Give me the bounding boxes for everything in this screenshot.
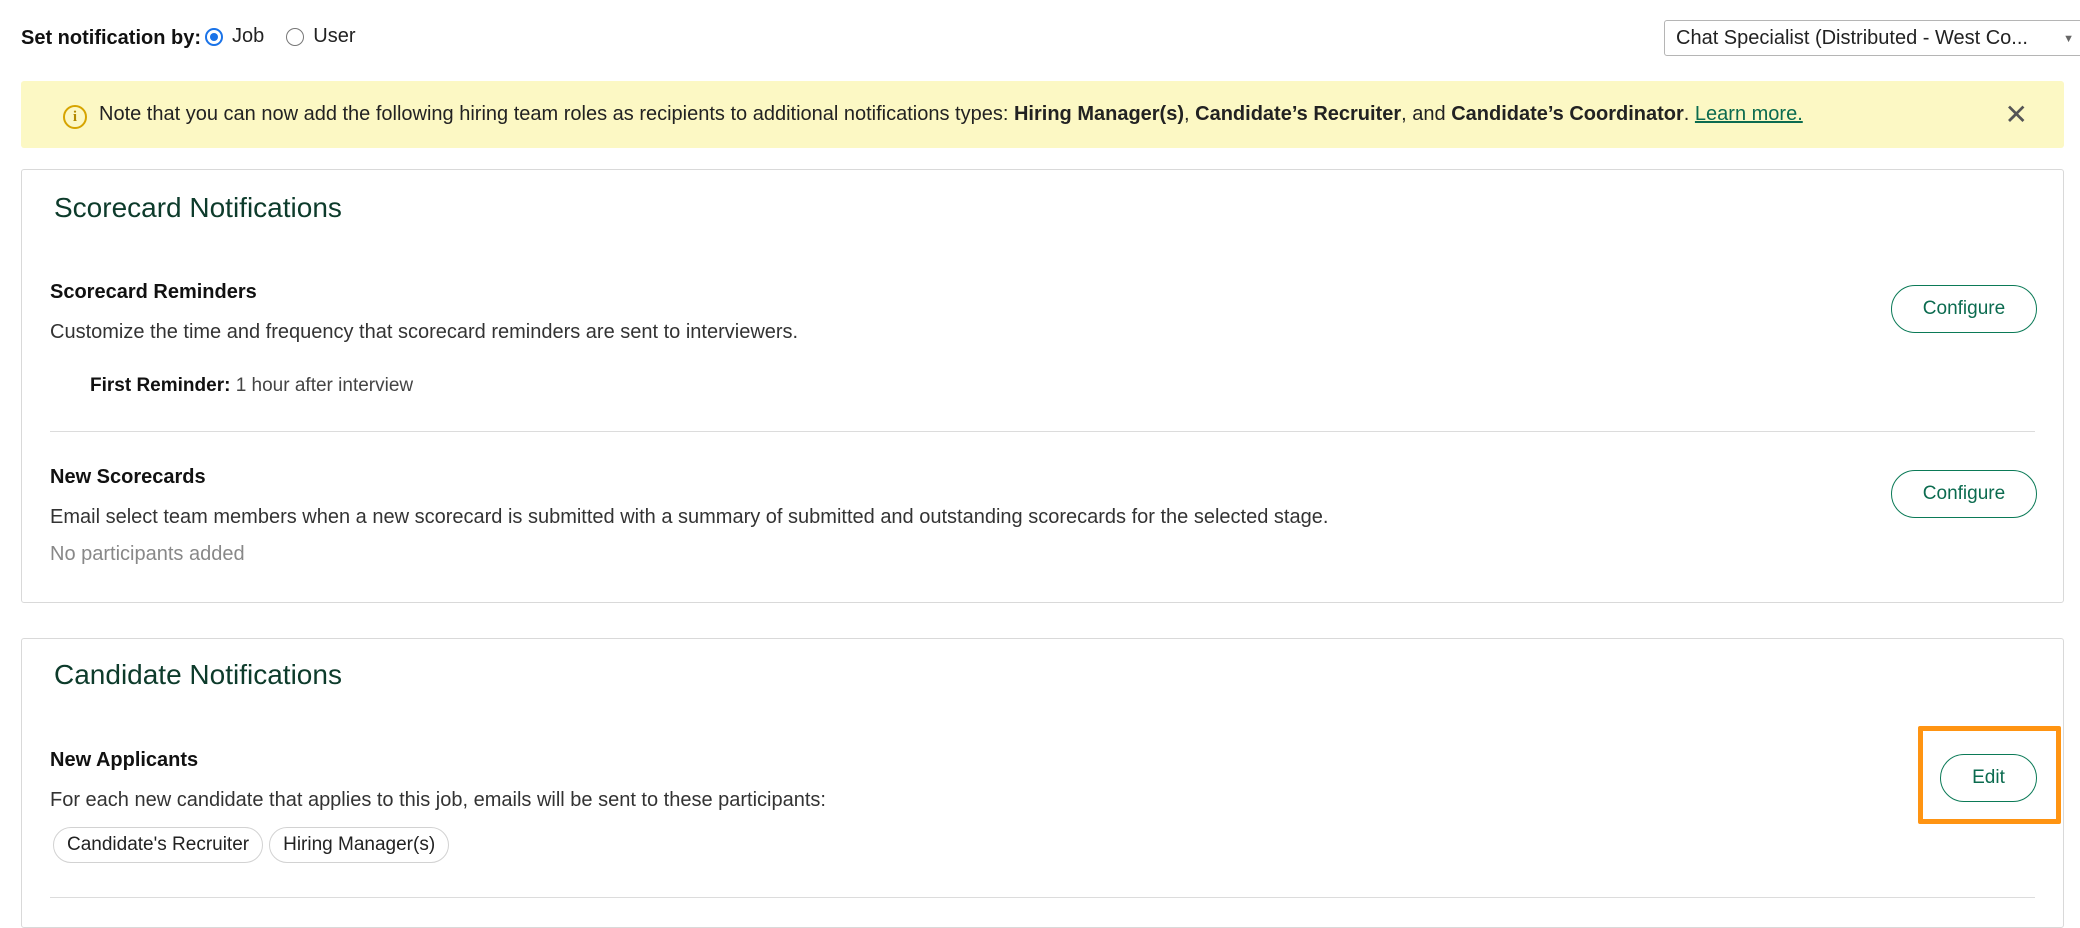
radio-user[interactable] xyxy=(286,27,305,46)
info-banner-separator: , and xyxy=(1401,103,1452,125)
learn-more-link[interactable]: Learn more. xyxy=(1695,103,1803,125)
new-applicants-title: New Applicants xyxy=(50,749,199,771)
role-candidate-recruiter: Candidate’s Recruiter xyxy=(1195,103,1402,125)
first-reminder-detail: First Reminder: 1 hour after interview xyxy=(90,375,413,397)
role-hiring-manager: Hiring Manager(s) xyxy=(1013,103,1185,125)
job-select-value: Chat Specialist (Distributed - West Co..… xyxy=(1676,27,2028,49)
candidate-notifications-card: Candidate Notifications New Applicants F… xyxy=(21,638,2064,928)
participant-chip: Hiring Manager(s) xyxy=(269,827,450,863)
job-select-dropdown[interactable]: Chat Specialist (Distributed - West Co..… xyxy=(1664,20,2080,56)
candidate-notifications-title: Candidate Notifications xyxy=(54,659,342,690)
radio-user-label[interactable]: User xyxy=(313,25,355,48)
notification-settings-bar: Set notification by: Job User Chat Speci… xyxy=(21,20,2080,56)
scorecard-notifications-title: Scorecard Notifications xyxy=(54,192,342,223)
highlight-box xyxy=(1918,726,2061,824)
close-icon[interactable]: ✕ xyxy=(2005,101,2028,129)
new-scorecards-description: Email select team members when a new sco… xyxy=(50,506,1329,528)
notification-by-label: Set notification by: xyxy=(21,27,201,49)
participant-chip: Candidate's Recruiter xyxy=(53,827,264,863)
scorecard-reminders-description: Customize the time and frequency that sc… xyxy=(50,321,799,343)
section-divider xyxy=(50,431,2035,432)
first-reminder-value: 1 hour after interview xyxy=(230,375,414,396)
notification-by-radio-group: Job User xyxy=(205,25,377,48)
first-reminder-label: First Reminder: xyxy=(90,375,231,396)
info-banner-prefix: Note that you can now add the following … xyxy=(99,103,1014,125)
new-scorecards-title: New Scorecards xyxy=(50,466,206,488)
chevron-down-icon: ▼ xyxy=(2063,33,2074,45)
info-banner-period: . xyxy=(1683,103,1695,125)
info-icon: i xyxy=(63,105,87,129)
configure-new-scorecards-button[interactable]: Configure xyxy=(1891,470,2037,518)
scorecard-reminders-title: Scorecard Reminders xyxy=(50,281,257,303)
no-participants-text: No participants added xyxy=(50,543,245,565)
info-banner-text: Note that you can now add the following … xyxy=(99,103,1803,126)
radio-job[interactable] xyxy=(205,27,223,46)
radio-job-label[interactable]: Job xyxy=(232,25,264,48)
info-banner-separator: , xyxy=(1184,103,1196,125)
info-banner: i Note that you can now add the followin… xyxy=(21,81,2064,148)
participant-chips: Candidate's Recruiter Hiring Manager(s) xyxy=(53,827,455,863)
configure-reminders-button[interactable]: Configure xyxy=(1891,285,2037,333)
section-divider xyxy=(50,897,2035,898)
role-candidate-coordinator: Candidate’s Coordinator xyxy=(1451,103,1684,125)
scorecard-notifications-card: Scorecard Notifications Scorecard Remind… xyxy=(21,169,2064,603)
new-applicants-description: For each new candidate that applies to t… xyxy=(50,789,826,811)
